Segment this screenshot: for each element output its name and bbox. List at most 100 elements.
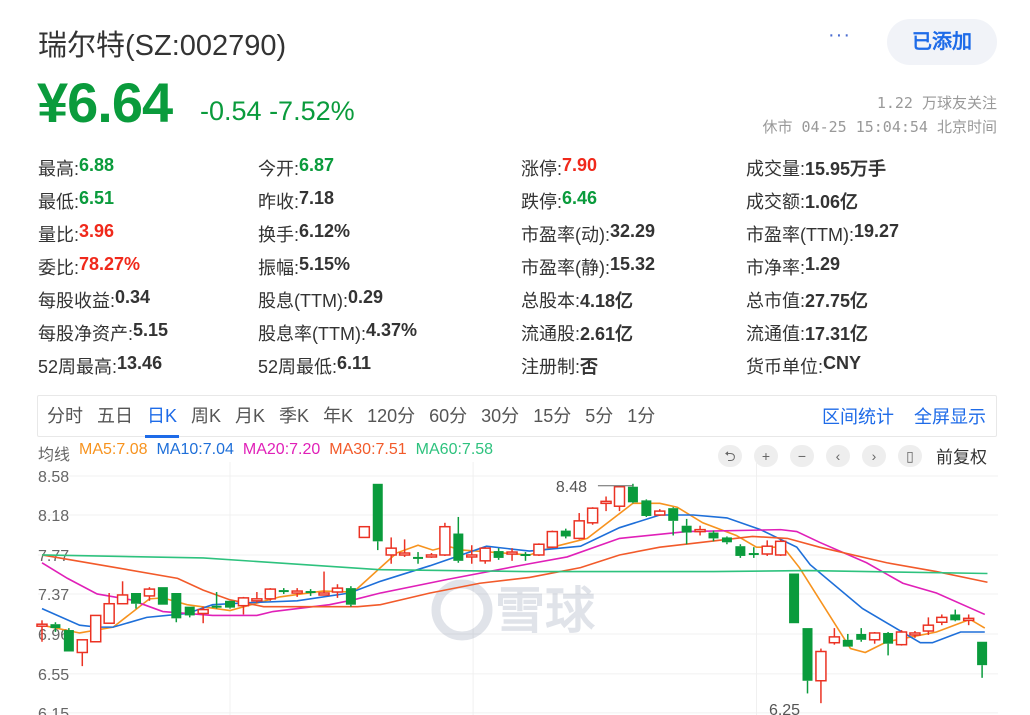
candle [89,614,102,643]
candle [856,628,867,642]
tab-6[interactable]: 年K [323,395,353,437]
stat-label: 最高: [38,158,80,179]
candle-body [895,631,908,646]
stat-item: 量比: 3.96 [38,221,258,247]
stats-row: 最高: 6.88 今开: 6.87 涨停: 7.90 成交量: 15.95万手 [38,151,968,184]
stat-item: 货币单位: CNY [746,353,966,379]
candle [774,539,787,556]
stat-value: 3.96 [79,220,115,241]
more-options-button[interactable]: ··· [828,24,851,47]
tab-list: 分时 五日 日K 周K 月K 季K 年K 120分 60分 30分 15分 5分 1分 [47,395,669,438]
candle-body [641,500,652,516]
candle-body [211,605,222,608]
stats-row: 52周最高: 13.46 52周最低: 6.11 注册制: 否货币单位: CNY [38,349,968,382]
candle-body [506,551,518,555]
candle-body [466,554,478,558]
watermark-icon [431,579,493,641]
candle-body [413,556,424,559]
candle-body [493,551,504,558]
candle-body [627,486,638,503]
candle [962,614,975,626]
stat-value: 4.18亿 [580,290,634,311]
candle-body [143,588,156,597]
tab-3[interactable]: 周K [191,395,221,437]
stat-item: 流通值: 17.31亿 [746,320,966,346]
stat-label: 市盈率(动): [521,224,610,245]
candle [694,525,706,536]
stat-value: 5.15 [133,319,169,340]
stat-value: 0.34 [115,286,151,307]
fullscreen-link[interactable]: 全屏显示 [914,403,986,429]
stat-label: 流通值: [746,323,806,344]
added-watchlist-button[interactable]: 已添加 [887,19,997,65]
candle [573,513,585,540]
candle [157,587,168,605]
candle-body [573,520,585,540]
candle-body [708,532,719,539]
candle [103,593,115,624]
stat-value: 否 [580,356,599,377]
candle-body [761,545,773,555]
tab-11[interactable]: 5分 [585,395,613,437]
stat-value: 6.12% [299,220,351,241]
candle [668,507,679,536]
max-price-label: 8.48 [556,479,587,496]
candle-body [802,628,813,681]
tab-links: 区间统计 全屏显示 [822,403,996,429]
candle [641,499,652,517]
kline-chart[interactable]: 8.588.187.777.376.966.556.15雪球8.486.25 [30,462,1000,715]
candle [789,573,800,624]
stat-item: 总股本: 4.18亿 [521,287,746,313]
tab-0[interactable]: 分时 [47,395,83,437]
candle-body [868,632,881,641]
quote-stats: 最高: 6.88 今开: 6.87 涨停: 7.90 成交量: 15.95万手 最低: 6.51 昨… [38,151,968,382]
stat-label: 涨停: [521,158,563,179]
candle [613,485,626,512]
stat-label: 52周最高: [38,356,118,377]
stat-value: 4.37% [365,319,418,340]
tab-7[interactable]: 120分 [367,395,415,437]
candle [815,648,827,704]
candle [413,552,424,564]
candle-body [694,528,706,533]
stat-label: 注册制: [521,356,581,377]
tab-10[interactable]: 15分 [533,395,571,437]
candle-body [197,608,209,615]
candle [936,614,948,626]
tab-8[interactable]: 60分 [429,395,467,437]
stat-label: 货币单位: [746,356,824,377]
candle-body [654,510,666,516]
ma-line-ma60 [41,554,988,575]
tab-4[interactable]: 月K [235,395,265,437]
candle [600,496,612,512]
change-percent: -7.52% [269,96,355,126]
stat-value: 13.46 [117,352,163,373]
stat-value: 7.18 [299,187,335,208]
candle [883,632,894,656]
candle [116,581,129,605]
candle-body [358,525,371,539]
tab-12[interactable]: 1分 [627,395,655,437]
tab-1[interactable]: 五日 [97,395,133,437]
candle [802,628,813,694]
candle-body [184,606,195,616]
candle-body [828,636,841,644]
stat-item: 委比: 78.27% [38,254,258,280]
stats-row: 每股净资产: 5.15 股息率(TTM): 4.37% 流通股: 2.61亿 流通值: 17.… [38,316,968,349]
range-stats-link[interactable]: 区间统计 [822,403,894,429]
candle-body [157,587,168,605]
stat-value: 2.61亿 [580,323,634,344]
tab-9[interactable]: 30分 [481,395,519,437]
stat-item: 股息(TTM): 0.29 [258,287,521,313]
stat-value: CNY [823,352,862,373]
candle-body [63,630,74,652]
candle-body [479,547,491,562]
candle-body [116,594,129,605]
stat-value: 6.11 [337,352,372,373]
stat-label: 振幅: [258,257,300,278]
stat-item: 昨收: 7.18 [258,188,521,214]
candle-body [318,592,330,596]
stat-item: 流通股: 2.61亿 [521,320,746,346]
tab-2[interactable]: 日K [144,395,180,438]
tab-5[interactable]: 季K [279,395,309,437]
